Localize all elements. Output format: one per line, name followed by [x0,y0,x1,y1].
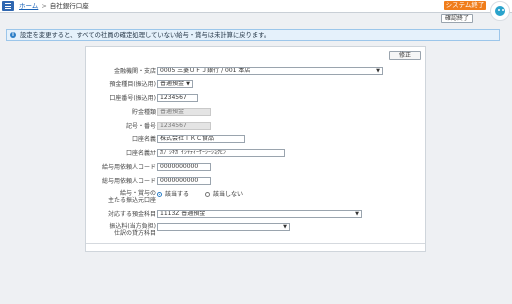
dropdown-arrow-icon: ▼ [186,81,190,87]
bank-branch-label: 金融機関・支店 [113,68,156,75]
savings-type-field: 普通預金 [157,108,211,116]
radio-main-account-no[interactable]: 該当しない [205,191,243,198]
dropdown-arrow-icon: ▼ [355,211,359,217]
account-name-kana-input[interactable]: ｶﾌﾞｼｷｶﾞｲｼｬﾃｨｰｹｰｼｰｼｮｸﾋﾝ [157,149,285,157]
radio-selected-icon [157,192,162,197]
salary-client-code-label: 給与用依頼人コード [101,164,156,171]
dropdown-arrow-icon: ▼ [283,224,287,230]
breadcrumb: ホーム > 自社銀行口座 [19,2,89,10]
account-number-input[interactable]: 1234567 [157,94,198,102]
top-bar: ホーム > 自社銀行口座 システム終了 [0,0,512,13]
account-name-label: 口座名義 [131,136,156,143]
account-number-label: 口座番号(振込用) [109,95,156,102]
deposit-item-label: 対応する預金科目 [107,211,156,218]
breadcrumb-current: 自社銀行口座 [49,2,89,10]
transfer-fee-label-line1: 振込料(当方負担) [109,223,156,230]
notice-banner: i 設定を変更すると、すべての社員の確定処理していない給与・賞与は未計算に戻りま… [6,29,500,41]
savings-type-label: 貯金種類 [131,109,156,116]
deposit-item-value: 1113Z 普通預金 [160,210,206,217]
notice-message: 設定を変更すると、すべての社員の確定処理していない給与・賞与は未計算に戻ります。 [20,32,271,39]
bank-branch-value: 0005 三菱ＵＦＪ銀行 / 001 本店 [160,67,251,74]
radio-no-label: 該当しない [213,191,244,198]
symbol-number-field: 1234567 [157,122,211,130]
transfer-fee-label-line2: 仕訳の貸方科目 [113,230,156,237]
symbol-number-label: 記号・番号 [125,123,156,130]
deposit-type-select[interactable]: 普通預金 ▼ [157,80,193,88]
info-icon: i [10,32,16,38]
breadcrumb-home-link[interactable]: ホーム [19,2,38,10]
radio-yes-label: 該当する [165,191,190,198]
deposit-type-label: 預金種目(振込用) [109,81,156,88]
deposit-item-select[interactable]: 1113Z 普通預金 ▼ [157,210,362,218]
breadcrumb-separator: > [41,2,47,10]
system-exit-button[interactable]: システム終了 [444,1,486,10]
bank-account-form: 修正 金融機関・支店 0005 三菱ＵＦＪ銀行 / 001 本店 ▼ 預金種目(振… [85,46,426,252]
menu-icon[interactable] [2,1,14,11]
assistant-eye-icon [502,9,504,11]
radio-main-account-yes[interactable]: 該当する [157,191,189,198]
confirm-exit-button[interactable]: 確認終了 [441,14,473,23]
bank-branch-select[interactable]: 0005 三菱ＵＦＪ銀行 / 001 本店 ▼ [157,67,383,75]
account-name-input[interactable]: 株式会社ＴＫＣ食品 [157,135,245,143]
edit-button[interactable]: 修正 [389,51,421,60]
main-account-label-line2: 主たる振込元口座 [107,197,156,204]
assistant-face-icon [495,6,505,16]
radio-unselected-icon [205,192,210,197]
dropdown-arrow-icon: ▼ [376,68,380,74]
account-name-kana-label: 口座名義ｶﾅ [125,150,156,157]
salary-client-code-input[interactable]: 0000000000 [157,163,211,171]
deposit-type-value: 普通預金 [160,80,185,87]
assistant-eye-icon [498,9,500,11]
bonus-client-code-label: 総与用依頼人コード [101,178,156,185]
transfer-fee-select[interactable]: ▼ [157,223,290,231]
help-assistant-icon[interactable] [490,1,510,21]
bonus-client-code-input[interactable]: 0000000000 [157,177,211,185]
form-divider [86,243,425,244]
main-account-label-line1: 給与・賞与の [119,190,156,197]
